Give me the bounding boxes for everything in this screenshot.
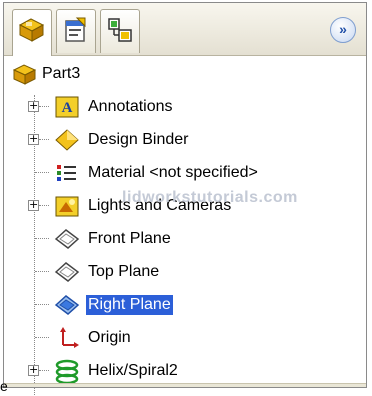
tree-item-label: Helix/Spiral2 — [88, 362, 178, 379]
tree-item-helix-spiral[interactable]: + Helix/Spiral2 — [4, 356, 366, 386]
tree-item-label: Right Plane — [86, 295, 173, 315]
tab-property-manager[interactable] — [56, 9, 96, 53]
tree-item-material[interactable]: Material <not specified> — [4, 158, 366, 188]
part-icon — [18, 18, 45, 42]
part-icon — [12, 64, 37, 85]
tree-item-label: Lights and Cameras — [88, 197, 232, 214]
tree-item-top-plane[interactable]: Top Plane — [4, 257, 366, 287]
plane-icon — [54, 229, 80, 249]
tree-item-label: Design Binder — [88, 131, 189, 148]
tree-item-right-plane[interactable]: Right Plane — [4, 290, 366, 320]
tree-item-label: Origin — [88, 329, 131, 346]
tree-item-label: Annotations — [88, 98, 173, 115]
expand-toggle[interactable]: + — [28, 364, 39, 376]
expand-toggle[interactable]: + — [28, 199, 39, 211]
edge-text-fragment: e — [0, 378, 8, 394]
tree-root-label: Part3 — [42, 65, 81, 82]
tree-item-label: Material <not specified> — [88, 164, 258, 181]
tree-item-design-binder[interactable]: + Design Binder — [4, 125, 366, 155]
feature-manager-panel: » Part3 + A Annotations + Design Binder … — [3, 2, 367, 395]
tree-root-part[interactable]: Part3 — [4, 59, 366, 89]
configuration-icon — [108, 18, 132, 42]
tree-item-label: Front Plane — [88, 230, 171, 247]
tree-item-origin[interactable]: Origin — [4, 323, 366, 353]
tab-feature-manager[interactable] — [12, 9, 52, 56]
svg-text:A: A — [62, 100, 73, 116]
tree-item-annotations[interactable]: + A Annotations — [4, 92, 366, 122]
expand-toggle[interactable]: + — [28, 133, 39, 145]
annotations-icon: A — [55, 96, 79, 118]
lights-cameras-icon — [55, 196, 79, 217]
plane-icon — [54, 262, 80, 282]
tree-item-front-plane[interactable]: Front Plane — [4, 224, 366, 254]
expand-panel-button[interactable]: » — [330, 17, 356, 43]
tree-item-label: Top Plane — [88, 263, 160, 280]
panel-tab-strip: » — [4, 3, 366, 56]
property-icon — [65, 17, 86, 42]
tree-item-lights-and-cameras[interactable]: + Lights and Cameras — [4, 191, 366, 221]
design-binder-icon — [55, 129, 79, 151]
helix-icon — [55, 359, 79, 385]
plane-icon — [54, 295, 80, 315]
expand-toggle[interactable]: + — [28, 100, 39, 112]
tab-configuration-manager[interactable] — [100, 9, 140, 53]
origin-icon — [60, 327, 79, 348]
panel-bottom-edge — [4, 383, 366, 387]
material-icon — [57, 165, 76, 181]
